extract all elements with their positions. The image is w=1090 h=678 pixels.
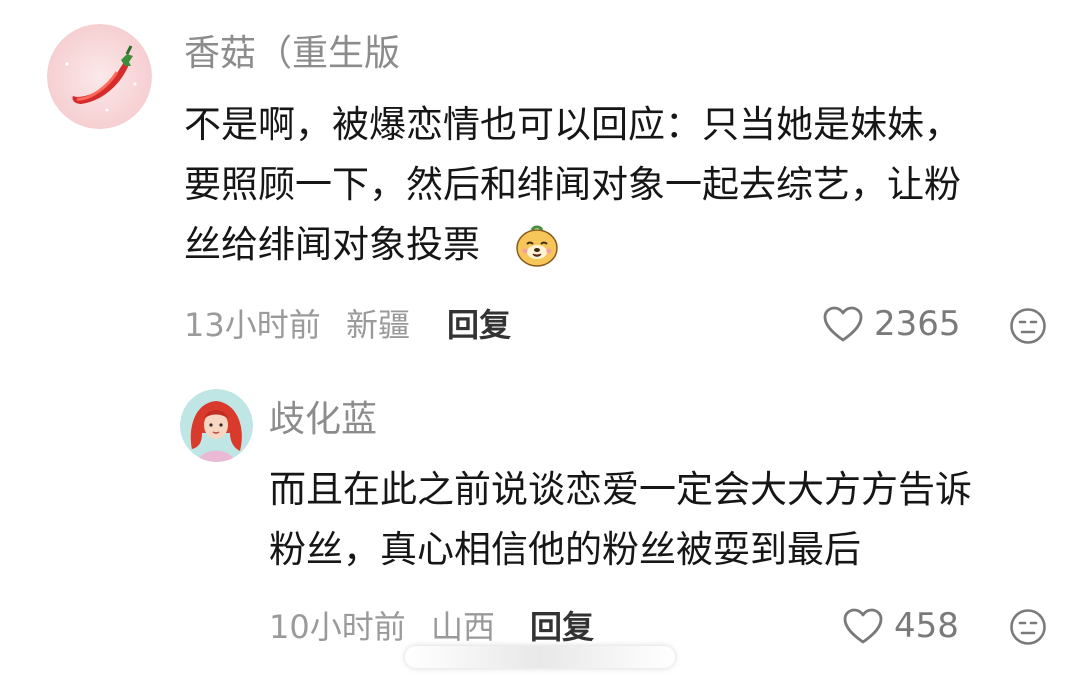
heart-outline-icon: [843, 608, 883, 644]
heart-outline-icon: [823, 306, 863, 342]
reply-button[interactable]: 回复: [447, 305, 511, 345]
chili-pepper-icon: [47, 24, 152, 129]
comment-line: 粉丝，真心相信他的粉丝被耍到最后: [269, 528, 861, 571]
like-button[interactable]: 2365: [822, 304, 961, 344]
comment-line: 要照顾一下，然后和绯闻对象一起去综艺，让粉: [184, 163, 961, 206]
avatar[interactable]: [180, 389, 253, 462]
comment-thread: 香菇（重生版 不是啊，被爆恋情也可以回应：只当她是妹妹， 要照顾一下，然后和绯闻…: [0, 0, 1090, 678]
face-emoji-icon[interactable]: [1009, 307, 1047, 349]
reply-button[interactable]: 回复: [530, 607, 594, 647]
face-emoji-icon[interactable]: [1009, 608, 1047, 650]
comment-time: 10小时前: [269, 608, 406, 646]
comment-line: 丝给绯闻对象投票: [184, 223, 480, 266]
username[interactable]: 歧化蓝: [269, 398, 377, 442]
comment-line: 而且在此之前说谈恋爱一定会大大方方告诉: [269, 468, 972, 511]
like-count: 2365: [874, 304, 961, 344]
avatar[interactable]: [47, 24, 152, 129]
comment-location: 新疆: [346, 306, 411, 344]
watermark: [405, 646, 675, 668]
like-button[interactable]: 458: [842, 606, 959, 646]
red-hair-girl-avatar: [180, 389, 253, 462]
smiling-dog-emoji: [514, 222, 560, 268]
comment-location: 山西: [431, 608, 496, 646]
comment-line: 不是啊，被爆恋情也可以回应：只当她是妹妹，: [184, 103, 961, 146]
like-count: 458: [894, 606, 959, 646]
username[interactable]: 香菇（重生版: [184, 32, 400, 76]
comment-time: 13小时前: [184, 306, 321, 344]
